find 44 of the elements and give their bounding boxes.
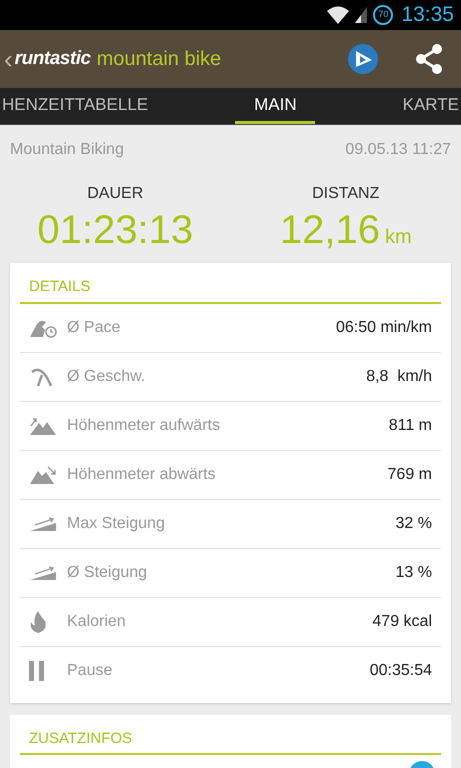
detail-label: Ø Steigung bbox=[67, 562, 148, 582]
stat-value: 01:23:13 bbox=[37, 208, 194, 252]
detail-label: Pause bbox=[67, 661, 114, 681]
detail-label: Ø Geschw. bbox=[67, 366, 146, 386]
section-title: DETAILS bbox=[20, 263, 441, 304]
detail-label: Kalorien bbox=[67, 612, 127, 632]
tab[interactable]: MAIN bbox=[235, 88, 316, 124]
detail-value: 06:50 min/km bbox=[336, 318, 432, 338]
gauge-icon bbox=[29, 366, 55, 388]
detail-value: 8,8 km/h bbox=[366, 366, 432, 386]
flame-icon bbox=[29, 610, 47, 634]
stat-value: 12,16 bbox=[280, 208, 380, 252]
stat-unit: km bbox=[384, 225, 412, 250]
incline-icon bbox=[29, 566, 57, 580]
detail-label: Höhenmeter abwärts bbox=[67, 464, 217, 484]
detail-value: 811 m bbox=[388, 416, 432, 436]
product-name: mountain bike bbox=[96, 47, 222, 72]
detail-value: 13 % bbox=[396, 562, 432, 582]
detail-value: 32 % bbox=[396, 514, 432, 534]
detail-value: 00:35:54 bbox=[370, 661, 432, 681]
activity-type: Mountain Biking bbox=[10, 140, 124, 160]
section-title: ZUSATZINFOS bbox=[20, 714, 441, 755]
incline-icon bbox=[29, 516, 57, 530]
detail-label: Max Steigung bbox=[67, 514, 166, 534]
stat-label: DISTANZ bbox=[312, 184, 380, 204]
signal-icon bbox=[355, 7, 368, 23]
detail-label: Höhenmeter aufwärts bbox=[67, 416, 221, 436]
mountain-up-icon bbox=[29, 416, 57, 434]
detail-value: 769 m bbox=[388, 464, 432, 484]
clock: 13:35 bbox=[401, 2, 454, 28]
detail-label: Ø Pace bbox=[67, 318, 122, 338]
battery-indicator: 70 bbox=[373, 5, 394, 25]
stat-label: DAUER bbox=[87, 184, 144, 204]
mountain-down-icon bbox=[29, 466, 57, 484]
activity-date: 09.05.13 11:27 bbox=[345, 140, 451, 160]
wifi-icon bbox=[327, 6, 350, 24]
globe-play-icon[interactable] bbox=[347, 43, 379, 75]
back-button[interactable]: ‹ bbox=[4, 46, 13, 72]
tab[interactable]: KARTE bbox=[400, 88, 461, 124]
detail-value: 479 kcal bbox=[372, 612, 432, 632]
share-icon[interactable] bbox=[415, 44, 443, 74]
tab[interactable]: HENZEITTABELLE bbox=[0, 88, 150, 124]
brand-name: runtastic bbox=[14, 46, 91, 71]
pause-icon bbox=[29, 661, 45, 681]
